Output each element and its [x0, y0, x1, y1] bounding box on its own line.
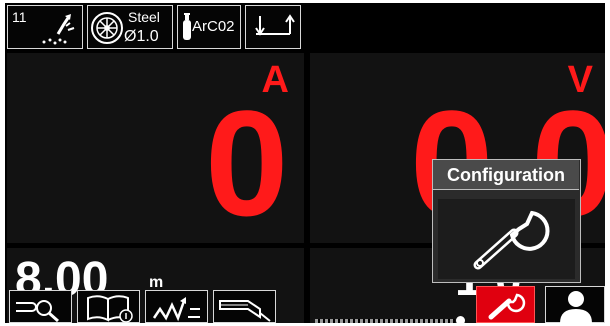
weld-mode-icon — [16, 300, 59, 323]
welder-screen: 11 Steel Ø1.0 ArC02 A 0 V 8.00 m Configu… — [5, 3, 605, 323]
configuration-tooltip: Configuration — [432, 159, 581, 283]
parameter-slider-knob[interactable] — [456, 316, 465, 323]
parameter-slider-track[interactable] — [315, 319, 455, 323]
weld-settings-button[interactable] — [145, 290, 208, 323]
tooltip-title: Configuration — [433, 160, 579, 190]
status-bar: 11 Steel Ø1.0 ArC02 — [5, 3, 605, 53]
current-value: 0 — [205, 79, 288, 247]
wrench-icon — [488, 293, 526, 320]
user-manual-icon — [87, 295, 133, 323]
user-manual-button[interactable] — [77, 290, 140, 323]
weld-settings-icon — [152, 297, 200, 322]
weld-process-icon — [42, 14, 75, 45]
trigger-mode-box[interactable] — [245, 5, 301, 49]
wire-material: Steel — [128, 9, 160, 25]
wire-spool-icon — [91, 12, 123, 44]
trigger-mode-icon — [255, 14, 295, 36]
user-button[interactable] — [545, 286, 605, 323]
weld-mode-box[interactable]: 11 — [7, 5, 83, 49]
weld-mode-button[interactable] — [9, 290, 72, 323]
wire-setting-box[interactable]: Steel Ø1.0 — [87, 5, 173, 49]
user-icon — [560, 291, 592, 323]
gas-type: ArC02 — [192, 18, 235, 35]
tooltip-wrench-icon — [473, 210, 550, 270]
current-panel[interactable]: A 0 — [7, 53, 304, 243]
configuration-button[interactable] — [476, 286, 535, 323]
wire-diameter: Ø1.0 — [124, 28, 159, 45]
torch-button[interactable] — [213, 290, 276, 323]
gas-setting-box[interactable]: ArC02 — [177, 5, 241, 49]
tooltip-icon-area — [438, 199, 575, 279]
torch-icon — [219, 300, 271, 322]
